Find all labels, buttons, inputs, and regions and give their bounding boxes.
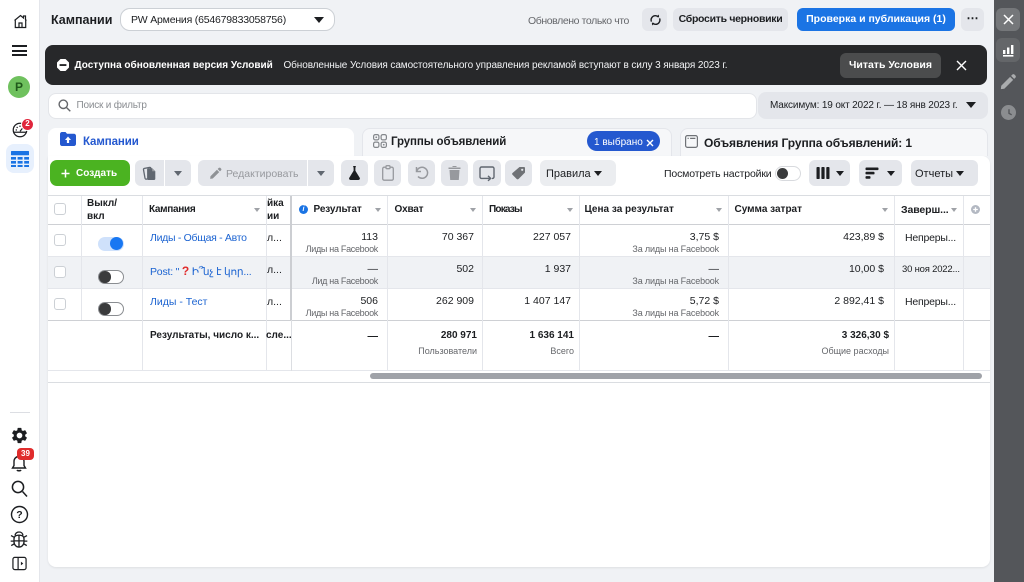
svg-text:?: ?	[16, 509, 22, 521]
